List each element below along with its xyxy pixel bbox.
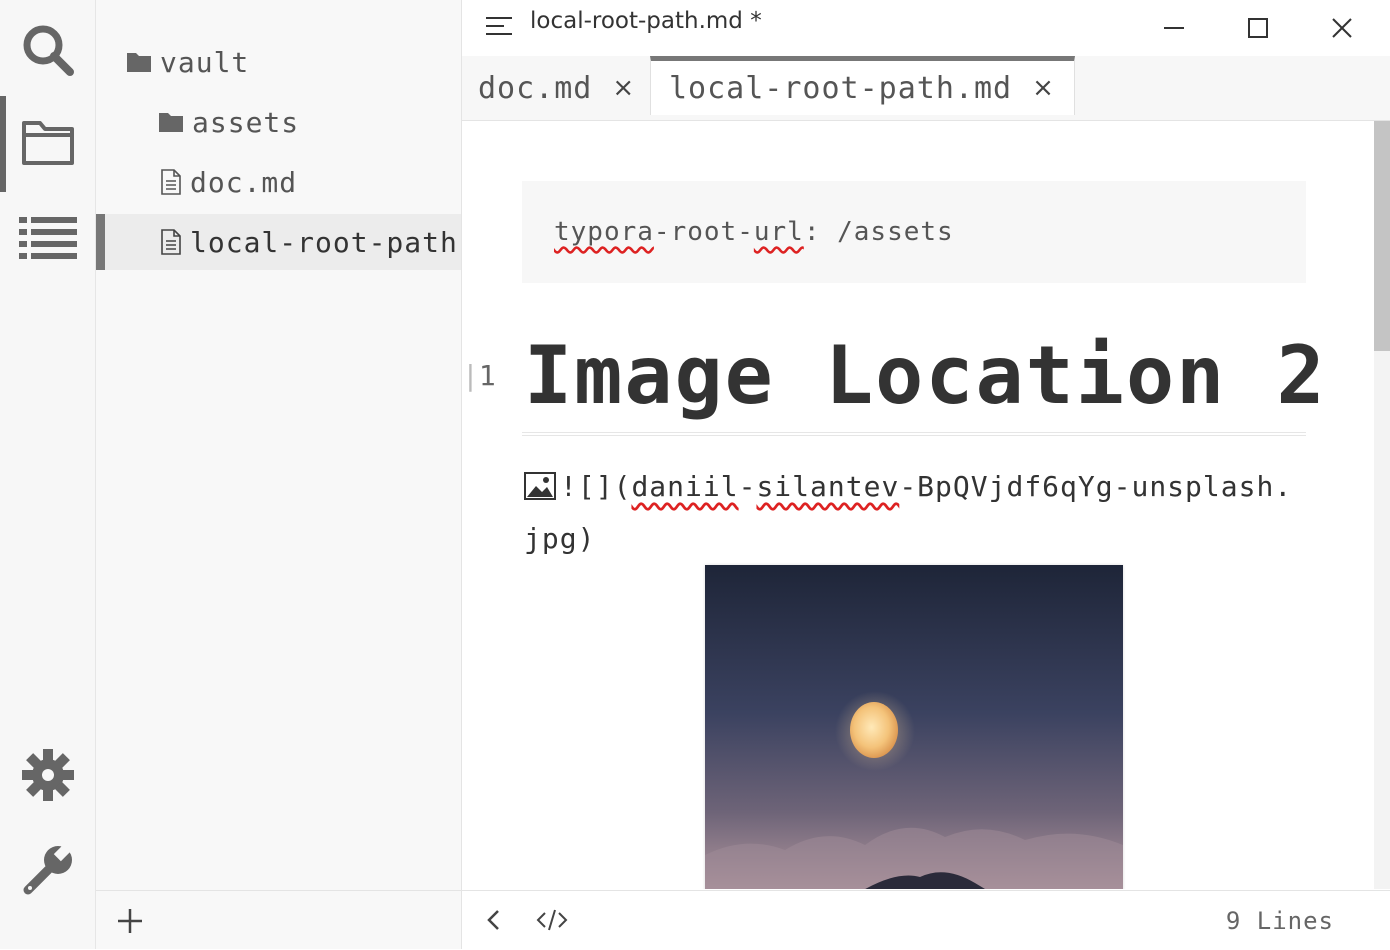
search-icon xyxy=(23,25,74,76)
outline-icon xyxy=(18,217,77,259)
maximize-icon xyxy=(1248,18,1268,38)
folder-filled-icon xyxy=(159,113,183,132)
markdown-syntax: ![]( xyxy=(560,470,632,503)
heading-underline xyxy=(522,432,1306,433)
tab-label: local-root-path.md xyxy=(669,70,1013,106)
title-bar: local-root-path.md * xyxy=(462,0,1390,56)
search-button[interactable] xyxy=(0,20,95,80)
add-file-button[interactable] xyxy=(110,901,150,941)
minimize-button[interactable] xyxy=(1152,8,1196,48)
heading-level: 1 xyxy=(478,359,496,392)
front-matter-key: -root- xyxy=(653,217,754,247)
image-icon xyxy=(524,472,556,500)
editor-area[interactable]: typora-root-url: /assets |1 Image Locati… xyxy=(462,121,1390,889)
file-tree-sidebar: vault assets doc.md local-root-path.md xyxy=(96,0,462,949)
tools-button[interactable] xyxy=(0,840,95,900)
folder-filled-icon xyxy=(127,53,151,72)
tab-close-icon[interactable]: × xyxy=(1032,73,1055,103)
activity-bar xyxy=(0,0,96,949)
tree-item-label: doc.md xyxy=(190,165,298,199)
tree-item-label: vault xyxy=(160,45,250,79)
back-button[interactable] xyxy=(478,905,508,935)
tab-label: doc.md xyxy=(478,70,593,106)
close-icon xyxy=(1332,18,1352,38)
front-matter-block[interactable]: typora-root-url: /assets xyxy=(522,181,1306,283)
window-title-text: local-root-path.md xyxy=(530,8,743,34)
front-matter-key: typora xyxy=(554,217,654,247)
modified-marker: * xyxy=(750,8,762,34)
image-path-part: -BpQVjdf6qYg-unsplash. xyxy=(899,470,1293,503)
menu-button[interactable] xyxy=(482,12,518,42)
heading-underline xyxy=(522,435,1306,436)
wrench-icon xyxy=(23,842,72,895)
plus-icon xyxy=(118,909,142,933)
window-title: local-root-path.md * xyxy=(530,8,762,34)
image-markdown-source[interactable]: ![](daniil-silantev-BpQVjdf6qYg-unsplash… xyxy=(524,461,1314,565)
file-icon xyxy=(161,169,181,195)
folder-icon xyxy=(21,121,74,165)
front-matter-key: url xyxy=(753,217,804,247)
tree-file-doc[interactable]: doc.md xyxy=(96,154,461,210)
settings-button[interactable] xyxy=(0,745,95,805)
tree-item-label: local-root-path.md xyxy=(190,225,461,259)
front-matter-text: typora-root-url: /assets xyxy=(522,217,954,247)
minimize-icon xyxy=(1164,27,1184,29)
tab-close-icon[interactable]: × xyxy=(612,73,635,103)
code-icon xyxy=(536,909,568,931)
close-window-button[interactable] xyxy=(1320,8,1364,48)
front-matter-value: : /assets xyxy=(803,217,954,247)
heading-h1[interactable]: Image Location 2 xyxy=(524,329,1327,422)
scrollbar-thumb[interactable] xyxy=(1374,121,1390,351)
tree-folder-assets[interactable]: assets xyxy=(96,94,461,150)
editor-scrollbar[interactable] xyxy=(1374,121,1390,889)
chevron-left-icon xyxy=(487,910,499,930)
tree-folder-vault[interactable]: vault xyxy=(96,34,461,90)
tab-local-root-path[interactable]: local-root-path.md × xyxy=(650,56,1075,115)
moon-photo xyxy=(705,565,1123,889)
source-code-toggle[interactable] xyxy=(534,905,570,935)
gear-icon xyxy=(21,749,74,801)
image-preview[interactable] xyxy=(705,565,1123,889)
tree-item-label: assets xyxy=(192,105,300,139)
image-path-part: - xyxy=(738,470,757,503)
image-path-part: daniil xyxy=(631,470,739,503)
image-path-part: silantev xyxy=(756,470,900,503)
status-bar: 9 Lines xyxy=(462,890,1390,950)
hamburger-icon xyxy=(486,17,512,35)
image-path-part: jpg) xyxy=(524,522,596,555)
files-button[interactable] xyxy=(0,112,95,172)
line-count[interactable]: 9 Lines xyxy=(1226,907,1334,935)
heading-marker: |1 xyxy=(462,359,496,392)
tree-file-local-root-path[interactable]: local-root-path.md xyxy=(96,214,461,270)
tab-bar: doc.md × local-root-path.md × xyxy=(462,56,1390,121)
tab-doc[interactable]: doc.md × xyxy=(478,56,635,120)
sidebar-footer xyxy=(96,890,461,949)
maximize-button[interactable] xyxy=(1236,8,1280,48)
file-icon xyxy=(161,229,181,255)
outline-button[interactable] xyxy=(0,208,95,268)
